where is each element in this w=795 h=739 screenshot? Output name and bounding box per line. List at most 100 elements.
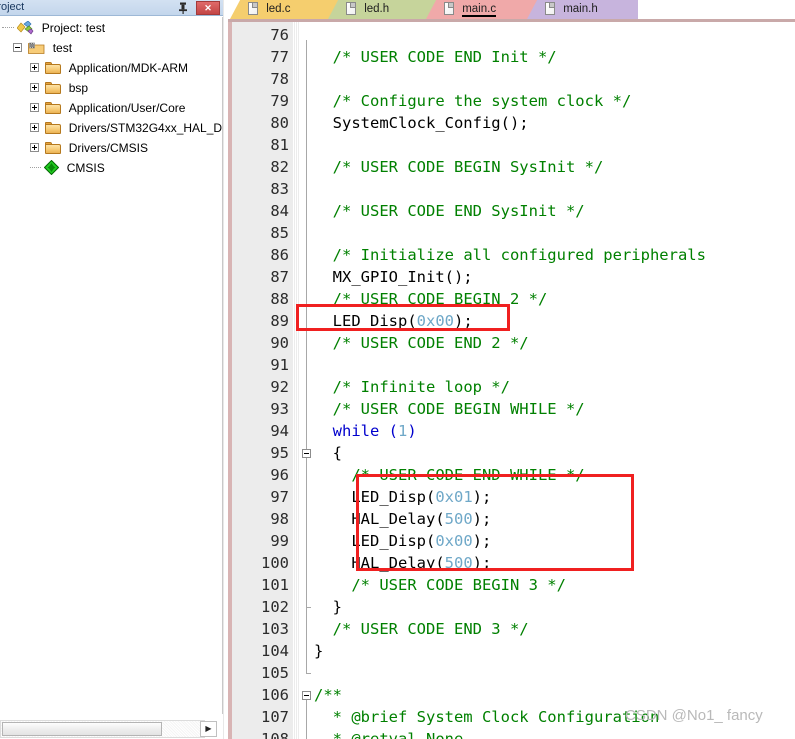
tree-expander-plus[interactable] (30, 103, 39, 113)
tab-led-c[interactable]: led.c (230, 0, 338, 19)
code-line[interactable]: /* USER CODE END WHILE */ (314, 464, 585, 486)
scrollbar-thumb[interactable] (2, 722, 162, 736)
tree-node-label: Project: test (41, 20, 106, 35)
tree-connector (30, 166, 41, 169)
code-line[interactable]: { (314, 442, 342, 464)
code-text-area[interactable]: 76 77 78 79 80 81 82 83 84 85 86 87 88 89 90 91 92 93 94 95… (228, 22, 795, 739)
tree-node-label: Drivers/CMSIS (68, 140, 149, 155)
tree-node-application-mdk-arm[interactable]: Application/MDK-ARM (0, 57, 222, 77)
line-number: 104 (261, 642, 289, 660)
tree-expander-plus[interactable] (30, 83, 39, 93)
code-token: /* Initialize all configured peripherals (332, 246, 706, 264)
tab-label: main.h (563, 3, 598, 15)
code-line[interactable]: } (314, 596, 342, 618)
code-token: HAL_Delay( (314, 510, 445, 528)
tab-main-c[interactable]: main.c (426, 0, 537, 19)
editor-tab-bar[interactable]: led.c led.h main.c main.h (228, 0, 795, 19)
tree-expander-plus[interactable] (30, 143, 39, 153)
tree-node-target[interactable]: test (0, 37, 222, 57)
tree-node-project-root[interactable]: Project: test (0, 17, 222, 37)
line-number: 77 (270, 48, 289, 66)
line-number: 103 (261, 620, 289, 638)
tree-expander-minus[interactable] (13, 43, 22, 53)
tab-main-h[interactable]: main.h (527, 0, 638, 19)
code-token: /* USER CODE BEGIN 2 */ (332, 290, 548, 308)
tab-led-h[interactable]: led.h (328, 0, 436, 19)
pin-icon-glyph (179, 2, 187, 14)
code-token: ) (407, 422, 417, 440)
code-line[interactable]: HAL_Delay(500); (314, 508, 491, 530)
fold-guide-end (306, 607, 311, 608)
code-line[interactable]: /* Initialize all configured peripherals (314, 244, 706, 266)
project-panel: Project ✕ Project: test (0, 0, 224, 739)
pin-icon[interactable] (176, 1, 190, 15)
code-token: LED_Disp( (314, 488, 436, 506)
code-line[interactable]: * @brief System Clock Configuration (314, 706, 660, 728)
code-token: SystemClock_Config(); (314, 114, 529, 132)
line-number: 97 (270, 488, 289, 506)
file-icon (346, 1, 356, 15)
code-line[interactable]: /* USER CODE END SysInit */ (314, 200, 585, 222)
line-number: 98 (270, 510, 289, 528)
code-line[interactable]: HAL_Delay(500); (314, 552, 491, 574)
code-line[interactable]: LED_Disp(0x01); (314, 486, 491, 508)
tree-node-application-user-core[interactable]: Application/User/Core (0, 97, 222, 117)
tree-node-label: Application/MDK-ARM (68, 60, 189, 75)
code-line[interactable]: /* Infinite loop */ (314, 376, 510, 398)
scroll-right-arrow-icon[interactable]: ▶ (200, 721, 217, 737)
fold-guide-line (306, 458, 307, 607)
code-line[interactable]: LED_Disp(0x00); (314, 310, 473, 332)
code-token: LED_Disp( (314, 312, 417, 330)
folder-icon (45, 101, 62, 115)
tree-expander-plus[interactable] (30, 123, 39, 133)
code-token: } (314, 598, 342, 616)
code-token: 500 (444, 510, 473, 528)
code-folding-column[interactable] (300, 22, 314, 739)
tab-label: main.c (462, 3, 497, 17)
code-line[interactable]: MX_GPIO_Init(); (314, 266, 473, 288)
project-horizontal-scrollbar[interactable]: ▶ (0, 717, 223, 739)
code-line[interactable]: /** (314, 684, 342, 706)
code-line[interactable]: /* USER CODE END 2 */ (314, 332, 529, 354)
code-line[interactable]: LED_Disp(0x00); (314, 530, 491, 552)
code-line[interactable]: } (314, 640, 323, 662)
code-line[interactable]: SystemClock_Config(); (314, 112, 529, 134)
line-number: 100 (261, 554, 289, 572)
code-line[interactable]: * @retval None (314, 728, 464, 739)
tree-node-drivers-cmsis[interactable]: Drivers/CMSIS (0, 137, 222, 157)
code-line[interactable]: /* USER CODE BEGIN SysInit */ (314, 156, 604, 178)
code-line[interactable]: /* USER CODE END Init */ (314, 46, 557, 68)
code-token: HAL_Delay( (314, 554, 445, 572)
line-number: 105 (261, 664, 289, 682)
fold-toggle-icon[interactable] (302, 449, 311, 458)
cmsis-diamond-icon (44, 160, 60, 176)
code-token: * @retval None (314, 730, 464, 739)
fold-toggle-icon[interactable] (302, 691, 311, 700)
line-number: 87 (270, 268, 289, 286)
tree-expander-plus[interactable] (30, 63, 39, 73)
tree-node-label: bsp (68, 80, 89, 95)
code-line[interactable]: /* USER CODE BEGIN WHILE */ (314, 398, 585, 420)
code-line[interactable]: while (1) (314, 420, 417, 442)
target-folder-icon (28, 41, 45, 55)
tree-node-drivers-stm32g4xx-hal[interactable]: Drivers/STM32G4xx_HAL_Dri (0, 117, 222, 137)
code-token: 0x00 (416, 312, 454, 330)
code-line[interactable]: /* USER CODE BEGIN 3 */ (314, 574, 566, 596)
code-line[interactable]: /* Configure the system clock */ (314, 90, 632, 112)
line-number: 88 (270, 290, 289, 308)
tree-node-cmsis[interactable]: CMSIS (0, 157, 222, 177)
line-number: 102 (261, 598, 289, 616)
line-number: 82 (270, 158, 289, 176)
code-token: /* USER CODE END SysInit */ (332, 202, 585, 220)
code-token: /* USER CODE END WHILE */ (351, 466, 585, 484)
code-token: /* Configure the system clock */ (332, 92, 632, 110)
project-tree[interactable]: Project: test test Application/MDK-ARM b… (0, 17, 223, 714)
close-panel-button[interactable]: ✕ (196, 1, 220, 15)
tree-node-bsp[interactable]: bsp (0, 77, 222, 97)
code-token: LED_Disp( (314, 532, 436, 550)
code-line[interactable]: /* USER CODE END 3 */ (314, 618, 529, 640)
code-line[interactable]: /* USER CODE BEGIN 2 */ (314, 288, 548, 310)
line-number: 81 (270, 136, 289, 154)
